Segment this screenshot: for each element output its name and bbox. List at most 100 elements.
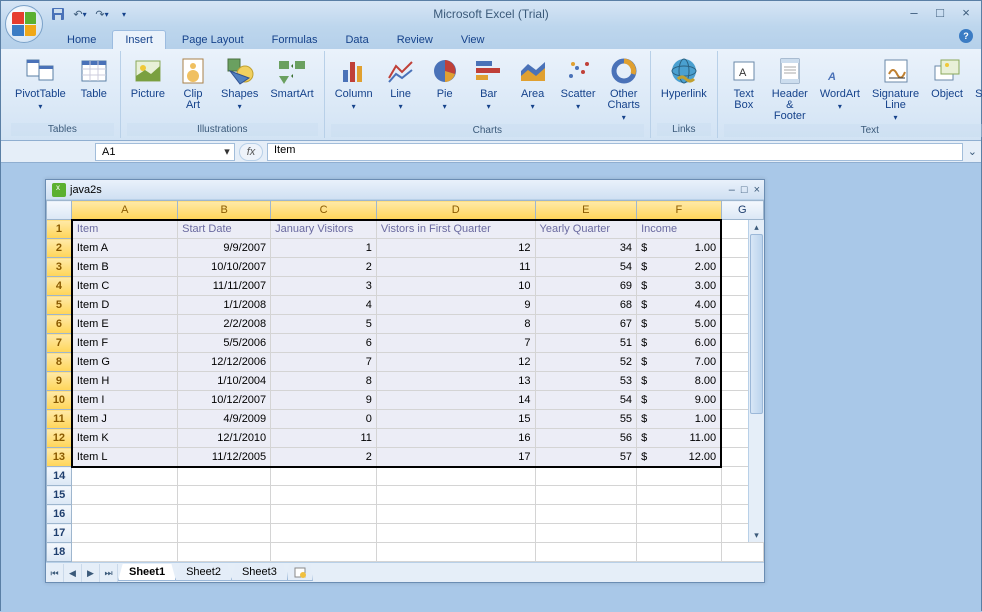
undo-button[interactable]: ↶▾ (71, 5, 89, 23)
save-button[interactable] (49, 5, 67, 23)
cell[interactable]: 5 (271, 315, 377, 334)
cell[interactable] (72, 486, 178, 505)
office-button[interactable] (5, 5, 43, 43)
cell[interactable] (178, 524, 271, 543)
sheet-tab-sheet1[interactable]: Sheet1 (118, 564, 176, 581)
cell[interactable] (72, 543, 178, 562)
cell[interactable] (178, 543, 271, 562)
fx-button[interactable]: fx (239, 143, 263, 161)
row-header-13[interactable]: 13 (47, 448, 72, 467)
cell[interactable]: $5.00 (637, 315, 722, 334)
vertical-scrollbar[interactable]: ▴ ▾ (748, 220, 764, 542)
cell[interactable]: $8.00 (637, 372, 722, 391)
cell[interactable]: 2 (271, 448, 377, 467)
cell[interactable] (72, 524, 178, 543)
sheet-nav-next[interactable]: ▶ (82, 564, 100, 582)
hyperlink-button[interactable]: Hyperlink (657, 53, 711, 102)
cell[interactable]: $7.00 (637, 353, 722, 372)
row-header-5[interactable]: 5 (47, 296, 72, 315)
cell[interactable]: 55 (535, 410, 637, 429)
cell[interactable]: 11/12/2005 (178, 448, 271, 467)
cell[interactable]: 57 (535, 448, 637, 467)
cell[interactable]: 53 (535, 372, 637, 391)
header-cell[interactable]: Yearly Quarter (535, 220, 637, 239)
cell[interactable]: Item J (72, 410, 178, 429)
cell[interactable]: 12 (376, 239, 535, 258)
cell[interactable] (535, 524, 637, 543)
cell[interactable] (271, 524, 377, 543)
cell[interactable]: 12 (376, 353, 535, 372)
object-button[interactable]: Object (927, 53, 967, 102)
tab-formulas[interactable]: Formulas (260, 31, 330, 49)
cell[interactable]: 11 (271, 429, 377, 448)
cell[interactable]: 6 (271, 334, 377, 353)
row-header-1[interactable]: 1 (47, 220, 72, 239)
smartart-button[interactable]: SmartArt (266, 53, 317, 102)
cell[interactable]: 54 (535, 391, 637, 410)
cell[interactable]: Item D (72, 296, 178, 315)
headerfooter-button[interactable]: Header & Footer (768, 53, 812, 124)
cell[interactable]: 1/1/2008 (178, 296, 271, 315)
col-header-C[interactable]: C (271, 201, 377, 220)
cell[interactable]: 16 (376, 429, 535, 448)
col-header-D[interactable]: D (376, 201, 535, 220)
restore-button[interactable]: □ (931, 5, 949, 20)
cell[interactable] (637, 543, 722, 562)
cell[interactable]: Item A (72, 239, 178, 258)
cell[interactable]: 68 (535, 296, 637, 315)
name-box[interactable]: A1 ▾ (95, 143, 235, 161)
cell[interactable]: $3.00 (637, 277, 722, 296)
cell[interactable]: 2 (271, 258, 377, 277)
cell[interactable] (637, 486, 722, 505)
row-header-11[interactable]: 11 (47, 410, 72, 429)
cell[interactable]: 56 (535, 429, 637, 448)
cell[interactable] (535, 467, 637, 486)
sheet-nav-last[interactable]: ⏭ (100, 564, 118, 582)
cell[interactable] (178, 505, 271, 524)
col-header-F[interactable]: F (637, 201, 722, 220)
other-charts-button[interactable]: Other Charts▾ (604, 53, 644, 124)
select-all-corner[interactable] (47, 201, 72, 220)
cell[interactable]: 4/9/2009 (178, 410, 271, 429)
cell[interactable]: 9 (376, 296, 535, 315)
cell[interactable] (376, 467, 535, 486)
shapes-button[interactable]: Shapes▾ (217, 53, 262, 113)
cell[interactable] (271, 467, 377, 486)
wb-close-button[interactable]: × (754, 184, 760, 196)
textbox-button[interactable]: AText Box (724, 53, 764, 113)
cell[interactable]: 8 (271, 372, 377, 391)
sheet-tab-sheet2[interactable]: Sheet2 (175, 564, 232, 581)
cell[interactable]: 12/1/2010 (178, 429, 271, 448)
header-cell[interactable]: Item (72, 220, 178, 239)
table-button[interactable]: Table (74, 53, 114, 102)
cell[interactable]: 5/5/2006 (178, 334, 271, 353)
scroll-up-icon[interactable]: ▴ (749, 220, 764, 234)
row-header-10[interactable]: 10 (47, 391, 72, 410)
cell[interactable]: 11 (376, 258, 535, 277)
cell[interactable]: 10 (376, 277, 535, 296)
cell[interactable]: 13 (376, 372, 535, 391)
cell[interactable] (271, 505, 377, 524)
cell[interactable] (637, 524, 722, 543)
column-chart-button[interactable]: Column▾ (331, 53, 377, 113)
cell[interactable] (178, 486, 271, 505)
cell[interactable]: $2.00 (637, 258, 722, 277)
insert-sheet-button[interactable] (287, 564, 313, 581)
tab-page-layout[interactable]: Page Layout (170, 31, 256, 49)
minimize-button[interactable]: – (905, 5, 923, 20)
cell[interactable]: 1/10/2004 (178, 372, 271, 391)
wb-minimize-button[interactable]: – (729, 184, 735, 196)
row-header-14[interactable]: 14 (47, 467, 72, 486)
cell[interactable]: 67 (535, 315, 637, 334)
wb-restore-button[interactable]: □ (741, 184, 748, 196)
spreadsheet-grid[interactable]: ABCDEFG1ItemStart DateJanuary VisitorsVi… (46, 200, 764, 562)
cell[interactable]: 3 (271, 277, 377, 296)
row-header-3[interactable]: 3 (47, 258, 72, 277)
cell[interactable] (72, 467, 178, 486)
cell[interactable]: Item F (72, 334, 178, 353)
scroll-thumb[interactable] (750, 234, 763, 414)
header-cell[interactable]: Start Date (178, 220, 271, 239)
cell[interactable]: 51 (535, 334, 637, 353)
cell[interactable] (376, 543, 535, 562)
redo-button[interactable]: ↷▾ (93, 5, 111, 23)
